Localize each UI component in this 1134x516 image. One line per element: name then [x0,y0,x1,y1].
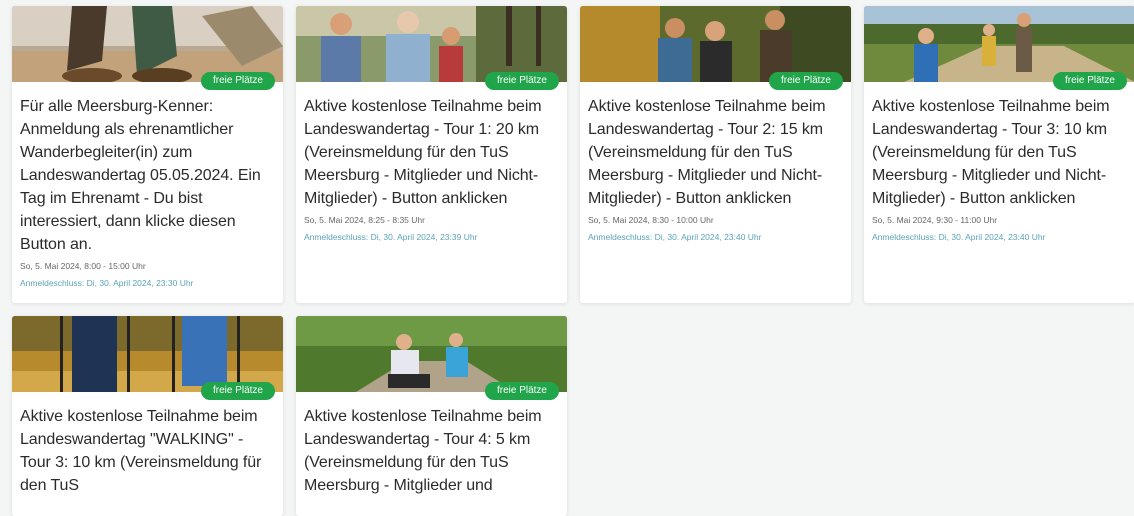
event-card[interactable]: freie Plätze Aktive kostenlose Teilnahme… [296,316,567,516]
free-spots-badge: freie Plätze [484,72,559,90]
event-card[interactable]: freie Plätze Aktive kostenlose Teilnahme… [580,6,851,303]
stroller-walk-photo-icon [296,316,567,392]
free-spots-badge: freie Plätze [200,382,275,400]
event-title[interactable]: Aktive kostenlose Teilnahme beim Landesw… [588,95,841,210]
forest-hikers-photo-icon [580,6,851,82]
event-date: So, 5. Mai 2024, 8:00 - 15:00 Uhr [20,261,146,271]
free-spots-badge: freie Plätze [484,382,559,400]
hiking-boots-photo-icon [12,6,283,82]
event-date: So, 5. Mai 2024, 9:30 - 11:00 Uhr [872,215,998,225]
event-title[interactable]: Aktive kostenlose Teilnahme beim Landesw… [304,405,557,497]
event-card[interactable]: freie Plätze Für alle Meersburg-Kenner: … [12,6,283,303]
registration-deadline: Anmeldeschluss: Di, 30. April 2024, 23:4… [872,232,1046,242]
registration-deadline: Anmeldeschluss: Di, 30. April 2024, 23:3… [20,278,194,288]
event-title[interactable]: Aktive kostenlose Teilnahme beim Landesw… [20,405,273,497]
free-spots-badge: freie Plätze [200,72,275,90]
registration-deadline: Anmeldeschluss: Di, 30. April 2024, 23:4… [588,232,762,242]
event-title[interactable]: Für alle Meersburg-Kenner: Anmeldung als… [20,95,273,256]
event-date: So, 5. Mai 2024, 8:30 - 10:00 Uhr [588,215,714,225]
nordic-walking-photo-icon [12,316,283,392]
event-date: So, 5. Mai 2024, 8:25 - 8:35 Uhr [304,215,425,225]
event-card[interactable]: freie Plätze Aktive kostenlose Teilnahme… [12,316,283,516]
free-spots-badge: freie Plätze [1052,72,1127,90]
hiking-group-photo-icon [296,6,567,82]
family-trail-photo-icon [864,6,1134,82]
registration-deadline: Anmeldeschluss: Di, 30. April 2024, 23:3… [304,232,478,242]
event-card[interactable]: freie Plätze Aktive kostenlose Teilnahme… [296,6,567,303]
event-card[interactable]: freie Plätze Aktive kostenlose Teilnahme… [864,6,1134,303]
event-title[interactable]: Aktive kostenlose Teilnahme beim Landesw… [304,95,557,210]
event-grid: freie Plätze Für alle Meersburg-Kenner: … [12,6,1134,516]
free-spots-badge: freie Plätze [768,72,843,90]
event-title[interactable]: Aktive kostenlose Teilnahme beim Landesw… [872,95,1125,210]
